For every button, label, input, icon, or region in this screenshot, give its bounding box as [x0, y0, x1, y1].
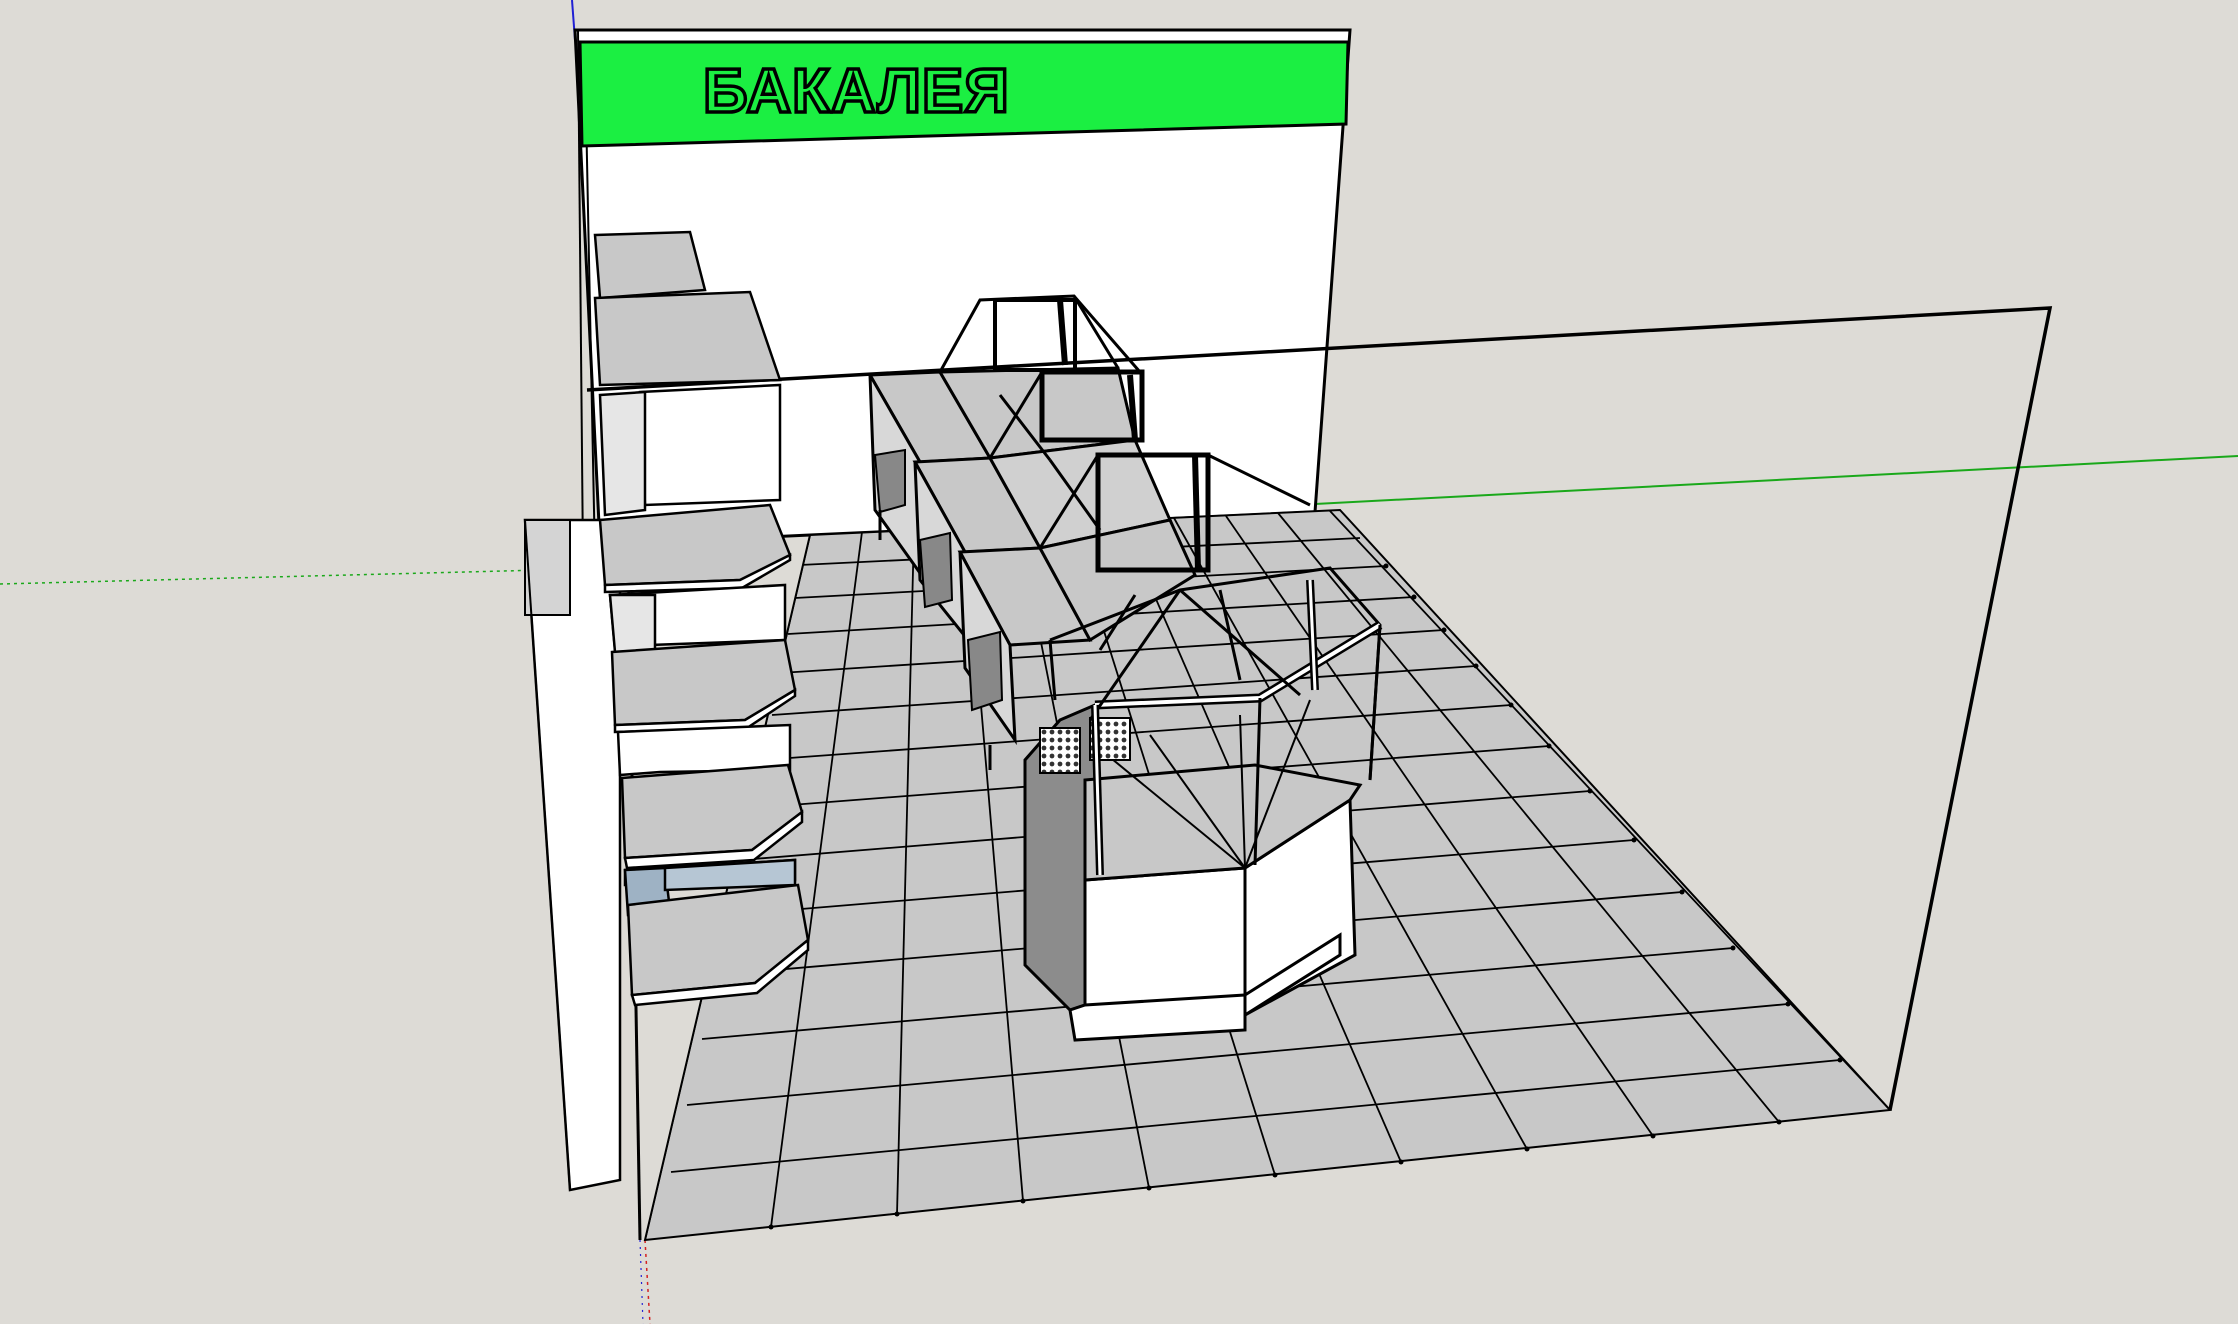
- store-model-drawing: БАКАЛЕЯ: [0, 0, 2238, 1324]
- sketchup-3d-viewport[interactable]: БАКАЛЕЯ: [0, 0, 2238, 1324]
- sign-text: БАКАЛЕЯ: [703, 57, 1010, 126]
